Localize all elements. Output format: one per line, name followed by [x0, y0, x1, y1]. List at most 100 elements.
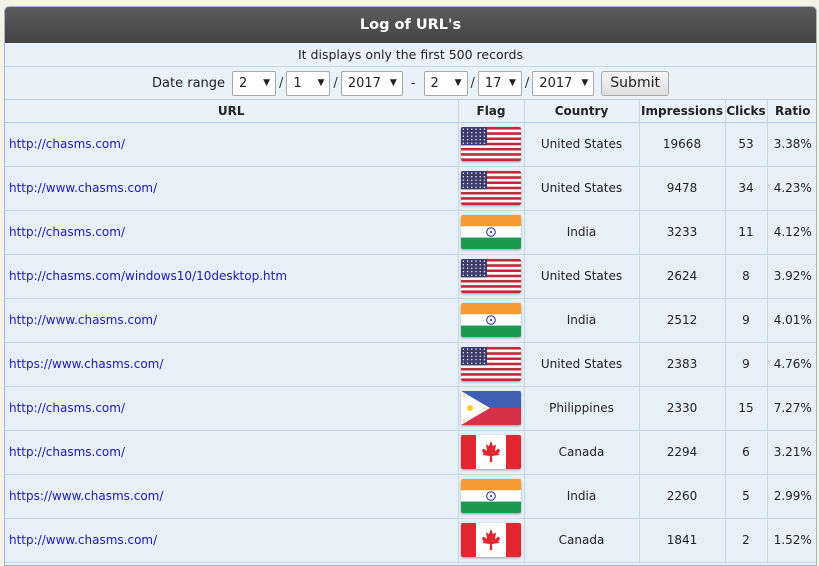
ratio-cell: 1.52%: [767, 518, 816, 563]
table-row: http://chasms.com/Canada 2294 6 3.21%: [5, 430, 816, 475]
country-cell: Philippines: [524, 386, 640, 431]
flag-us-icon: [458, 166, 525, 211]
flag-ca-icon: [461, 435, 521, 469]
clicks-cell: 11: [725, 210, 768, 255]
chevron-down-icon: ▼: [454, 78, 462, 88]
url-link[interactable]: http://www.chasms.com/: [5, 298, 459, 343]
country-cell: India: [524, 210, 640, 255]
ratio-cell: 4.76%: [767, 342, 816, 387]
flag-ca-icon: [461, 523, 521, 557]
flag-in-icon: [461, 303, 521, 337]
submit-button[interactable]: Submit: [601, 70, 669, 96]
flag-in-icon: [458, 210, 525, 255]
to-day-select[interactable]: 17 ▼: [477, 70, 522, 96]
table-row: https://www.chasms.com/India 2260 5 2.99%: [5, 474, 816, 519]
ratio-cell: 7.27%: [767, 386, 816, 431]
url-link[interactable]: http://www.chasms.com/: [5, 166, 459, 211]
flag-ca-icon: [458, 518, 525, 563]
from-year-select[interactable]: 2017 ▼: [340, 70, 403, 96]
range-separator: -: [410, 75, 416, 91]
flag-us-icon: [458, 254, 525, 299]
impressions-cell: 2330: [639, 386, 726, 431]
url-link[interactable]: http://www.chasms.com/: [5, 518, 459, 563]
country-cell: India: [524, 474, 640, 519]
column-header-country[interactable]: Country: [524, 100, 640, 123]
country-cell: United States: [524, 254, 640, 299]
flag-us-icon: [458, 342, 525, 387]
clicks-cell: 9: [725, 298, 768, 343]
country-cell: Canada: [524, 430, 640, 475]
impressions-cell: 1841: [639, 518, 726, 563]
url-link[interactable]: http://chasms.com/: [5, 386, 459, 431]
url-link[interactable]: http://chasms.com/windows10/10desktop.ht…: [5, 254, 459, 299]
flag-us-icon: [458, 122, 525, 167]
column-header-flag[interactable]: Flag: [458, 100, 525, 123]
from-month-select[interactable]: 2 ▼: [232, 70, 277, 96]
flag-ph-icon: [458, 386, 525, 431]
table-row: http://www.chasms.com/India 2512 9 4.01%: [5, 298, 816, 343]
flag-in-icon: [458, 298, 525, 343]
ratio-cell: 3.92%: [767, 254, 816, 299]
impressions-cell: 2512: [639, 298, 726, 343]
flag-ph-icon: [461, 391, 521, 425]
to-year-select[interactable]: 2017 ▼: [532, 70, 595, 96]
table-row: http://www.chasms.com/United States 9478 3…: [5, 166, 816, 211]
country-cell: India: [524, 298, 640, 343]
date-range-filter: Date range 2 ▼ / 1 ▼ / 2017 ▼ - 2 ▼ / 17 ▼ / …: [5, 67, 816, 100]
flag-in-icon: [461, 215, 521, 249]
url-log-panel: Log of URL's It displays only the first …: [4, 6, 817, 566]
chevron-down-icon: ▼: [508, 78, 516, 88]
from-day-select[interactable]: 1 ▼: [286, 70, 331, 96]
flag-us-icon: [461, 259, 521, 293]
flag-in-icon: [458, 474, 525, 519]
date-separator: /: [524, 75, 530, 91]
date-separator: /: [279, 75, 284, 91]
clicks-cell: 5: [725, 474, 768, 519]
chevron-down-icon: ▼: [317, 78, 325, 88]
ratio-cell: 3.21%: [767, 430, 816, 475]
clicks-cell: 6: [725, 430, 768, 475]
chevron-down-icon: ▼: [389, 78, 397, 88]
column-header-url[interactable]: URL: [5, 100, 459, 123]
url-link[interactable]: http://chasms.com/: [5, 122, 459, 167]
impressions-cell: 9478: [639, 166, 726, 211]
country-cell: United States: [524, 122, 640, 167]
to-month-select[interactable]: 2 ▼: [423, 70, 468, 96]
panel-title: Log of URL's: [5, 7, 816, 43]
clicks-cell: 15: [725, 386, 768, 431]
chevron-down-icon: ▼: [581, 78, 589, 88]
column-header-ratio[interactable]: Ratio: [767, 100, 816, 123]
flag-us-icon: [461, 171, 521, 205]
table-row: http://www.chasms.com/Canada 1841 2 1.52%: [5, 518, 816, 563]
ratio-cell: 3.38%: [767, 122, 816, 167]
country-cell: Canada: [524, 518, 640, 563]
table-header-row: URL Flag Country Impressions Clicks Rati…: [5, 100, 816, 123]
date-range-label: Date range: [152, 75, 226, 91]
flag-in-icon: [461, 479, 521, 513]
country-cell: United States: [524, 166, 640, 211]
url-link[interactable]: http://chasms.com/: [5, 210, 459, 255]
ratio-cell: 4.01%: [767, 298, 816, 343]
impressions-cell: 2294: [639, 430, 726, 475]
impressions-cell: 2624: [639, 254, 726, 299]
url-log-table: URL Flag Country Impressions Clicks Rati…: [5, 100, 816, 563]
table-row: http://chasms.com/India 3233 11 4.12%: [5, 210, 816, 255]
flag-us-icon: [461, 347, 521, 381]
flag-us-icon: [461, 127, 521, 161]
impressions-cell: 3233: [639, 210, 726, 255]
records-notice: It displays only the first 500 records: [5, 43, 816, 67]
table-row: https://www.chasms.com/United States 2383…: [5, 342, 816, 387]
url-link[interactable]: http://chasms.com/: [5, 430, 459, 475]
clicks-cell: 9: [725, 342, 768, 387]
column-header-clicks[interactable]: Clicks: [725, 100, 768, 123]
url-link[interactable]: https://www.chasms.com/: [5, 474, 459, 519]
ratio-cell: 4.23%: [767, 166, 816, 211]
column-header-impressions[interactable]: Impressions: [639, 100, 726, 123]
chevron-down-icon: ▼: [263, 78, 271, 88]
date-separator: /: [333, 75, 338, 91]
impressions-cell: 19668: [639, 122, 726, 167]
clicks-cell: 34: [725, 166, 768, 211]
ratio-cell: 4.12%: [767, 210, 816, 255]
ratio-cell: 2.99%: [767, 474, 816, 519]
url-link[interactable]: https://www.chasms.com/: [5, 342, 459, 387]
